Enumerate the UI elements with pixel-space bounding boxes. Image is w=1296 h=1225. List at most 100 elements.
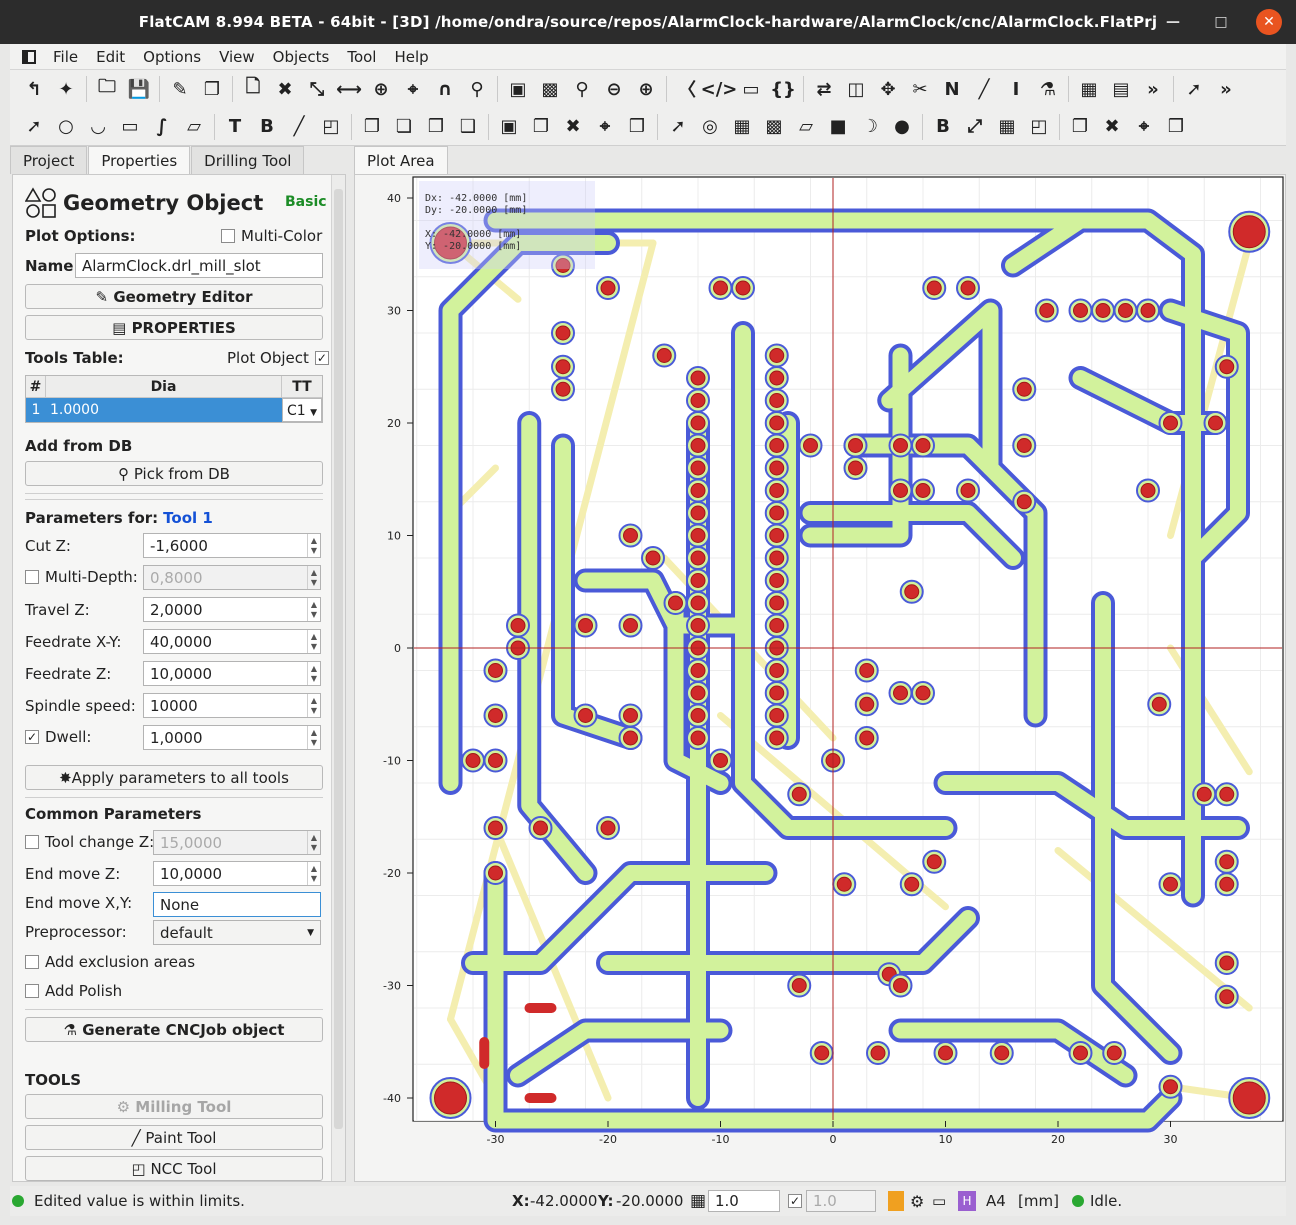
dwell-checkbox[interactable]: ✓ bbox=[25, 730, 39, 744]
cutout-icon[interactable]: ✂ bbox=[909, 78, 931, 100]
mirror-icon[interactable]: ◫ bbox=[845, 78, 867, 100]
preprocessor-select[interactable]: default ▼ bbox=[153, 920, 321, 945]
poligonize-icon[interactable]: ■ bbox=[827, 116, 849, 138]
isolation-icon[interactable]: I bbox=[1005, 78, 1027, 100]
path-icon[interactable]: ∫ bbox=[151, 116, 173, 138]
hud-icon[interactable]: H bbox=[958, 1191, 976, 1211]
feedrate-z-input[interactable]: 10,0000 ▲ ▼ bbox=[143, 661, 321, 686]
units-label[interactable]: [mm] bbox=[1018, 1192, 1059, 1210]
menu-options[interactable]: Options bbox=[134, 48, 210, 66]
tab-properties[interactable]: Properties bbox=[88, 146, 191, 174]
semidisc-icon[interactable]: ☽ bbox=[859, 116, 881, 138]
zoom-fit-icon[interactable]: ⚲ bbox=[571, 78, 593, 100]
rectangle-icon[interactable]: ▭ bbox=[119, 116, 141, 138]
mode-label[interactable]: Basic bbox=[285, 194, 327, 210]
menu-objects[interactable]: Objects bbox=[264, 48, 339, 66]
table-row[interactable]: 1 1.0000 C1 ▼ bbox=[26, 398, 322, 422]
geometry-editor-button[interactable]: ✎ Geometry Editor bbox=[25, 284, 323, 309]
tab-plot-area[interactable]: Plot Area bbox=[354, 146, 448, 174]
new-file-icon[interactable]: 🗋 bbox=[242, 76, 264, 100]
col-dia-header[interactable]: Dia bbox=[46, 376, 282, 397]
transform2-icon[interactable]: ⌖ bbox=[1133, 116, 1155, 138]
plot-canvas[interactable]: -30 -20 -10 0 10 20 30 40 30 20 10 0 -10 -20 -30 -40 bbox=[355, 175, 1285, 1181]
exclusion-checkbox[interactable] bbox=[25, 955, 39, 969]
align-icon[interactable]: ✥ bbox=[877, 78, 899, 100]
delete-shape-icon[interactable]: ✖ bbox=[562, 116, 584, 138]
delete-icon[interactable]: ✖ bbox=[274, 78, 296, 100]
crosshair-icon[interactable]: ⌖ bbox=[402, 78, 424, 100]
solderpaste-icon[interactable]: ⚗ bbox=[1037, 78, 1059, 100]
milling-tool-button[interactable]: ⚙ Milling Tool bbox=[25, 1094, 323, 1119]
polish-checkbox[interactable] bbox=[25, 984, 39, 998]
polygon-icon[interactable]: ▱ bbox=[183, 116, 205, 138]
region-icon[interactable]: ▱ bbox=[795, 116, 817, 138]
replot-icon[interactable]: ▣ bbox=[507, 78, 529, 100]
open-folder-icon[interactable]: 🗀 bbox=[96, 76, 118, 100]
select-icon[interactable]: ➚ bbox=[23, 116, 45, 138]
cut-path-icon[interactable]: ▣ bbox=[498, 116, 520, 138]
dwell-input[interactable]: 1,0000 ▲ ▼ bbox=[143, 725, 321, 750]
col-num-header[interactable]: # bbox=[26, 376, 46, 397]
multi-color-checkbox[interactable] bbox=[221, 229, 235, 243]
end-move-z-input[interactable]: 10,0000 ▲ ▼ bbox=[153, 861, 321, 886]
cut-z-input[interactable]: -1,6000 ▲ ▼ bbox=[143, 533, 321, 558]
menu-tool[interactable]: Tool bbox=[338, 48, 385, 66]
col-tt-header[interactable]: TT bbox=[282, 376, 322, 397]
axis-icon[interactable] bbox=[888, 1191, 904, 1211]
select2-icon[interactable]: ➚ bbox=[667, 116, 689, 138]
generate-cncjob-button[interactable]: ⚗ Generate CNCJob object bbox=[25, 1017, 323, 1042]
explode-icon[interactable]: ❏ bbox=[393, 116, 415, 138]
grid-y-input[interactable]: 1.0 bbox=[806, 1190, 876, 1212]
row-tt-select[interactable]: C1 ▼ bbox=[282, 398, 322, 422]
menu-file[interactable]: File bbox=[44, 48, 87, 66]
zoom-out-icon[interactable]: ⊖ bbox=[603, 78, 625, 100]
paint-icon[interactable]: ╱ bbox=[973, 78, 995, 100]
row-dia[interactable]: 1.0000 bbox=[46, 398, 282, 422]
app-menu-icon[interactable] bbox=[22, 49, 36, 64]
multi-depth-checkbox[interactable] bbox=[25, 570, 39, 584]
menu-edit[interactable]: Edit bbox=[87, 48, 134, 66]
clear-plot-icon[interactable]: ▩ bbox=[539, 78, 561, 100]
ncc-tool-button[interactable]: ◰ NCC Tool bbox=[25, 1156, 323, 1181]
multi-depth-input[interactable]: 0,8000 ▲ ▼ bbox=[143, 565, 321, 590]
resize-icon[interactable]: ⤡ bbox=[306, 78, 328, 100]
tab-drilling-tool[interactable]: Drilling Tool bbox=[191, 146, 305, 174]
pointer-icon[interactable]: ➚ bbox=[1183, 78, 1205, 100]
buffer-icon[interactable]: B bbox=[256, 116, 278, 138]
tool-change-input[interactable]: 15,0000 ▲ ▼ bbox=[153, 830, 321, 855]
copy2-icon[interactable]: ❐ bbox=[1069, 116, 1091, 138]
tool-change-checkbox[interactable] bbox=[25, 835, 39, 849]
text-icon[interactable]: T bbox=[224, 116, 246, 138]
grid-x-input[interactable]: 1.0 bbox=[708, 1190, 780, 1212]
feedrate-xy-input[interactable]: 40,0000 ▲ ▼ bbox=[143, 629, 321, 654]
paint-brush-icon[interactable]: ╱ bbox=[288, 116, 310, 138]
jump-to-icon[interactable]: ✦ bbox=[55, 78, 77, 100]
edit-icon[interactable]: ✎ bbox=[169, 78, 191, 100]
terminal-icon[interactable]: ▭ bbox=[932, 1192, 946, 1210]
move-icon[interactable]: ❒ bbox=[626, 116, 648, 138]
maximize-icon[interactable]: □ bbox=[1208, 9, 1234, 35]
plot-object-checkbox[interactable]: ✓ bbox=[314, 351, 329, 365]
code-icon[interactable]: </> bbox=[701, 78, 738, 100]
tab-project[interactable]: Project bbox=[10, 146, 88, 174]
ncc-n-icon[interactable]: N bbox=[941, 78, 963, 100]
delete2-icon[interactable]: ✖ bbox=[1101, 116, 1123, 138]
buffer2-icon[interactable]: B bbox=[932, 116, 954, 138]
target-icon[interactable]: ⊕ bbox=[370, 78, 392, 100]
film-icon[interactable]: ▤ bbox=[1110, 78, 1132, 100]
eraser-icon[interactable]: ◰ bbox=[320, 116, 342, 138]
panel-scrollbar[interactable] bbox=[331, 175, 345, 1181]
circle-icon[interactable]: ○ bbox=[55, 116, 77, 138]
pick-from-db-button[interactable]: ⚲ Pick from DB bbox=[25, 461, 323, 486]
subtract-icon[interactable]: ❑ bbox=[457, 116, 479, 138]
more-icon[interactable]: » bbox=[1142, 78, 1164, 100]
scale-icon[interactable]: ⤢ bbox=[964, 116, 986, 138]
travel-z-input[interactable]: 2,0000 ▲ ▼ bbox=[143, 597, 321, 622]
save-icon[interactable]: 💾 bbox=[128, 78, 150, 100]
gear-icon[interactable]: ⚙ bbox=[910, 1192, 924, 1211]
tcl-icon[interactable]: ▭ bbox=[740, 78, 762, 100]
spindle-speed-input[interactable]: 10000 ▲ ▼ bbox=[143, 693, 321, 718]
ring-icon[interactable]: ◎ bbox=[699, 116, 721, 138]
origin-icon[interactable]: ↰ bbox=[23, 78, 45, 100]
zoom-in-icon[interactable]: ⊕ bbox=[635, 78, 657, 100]
